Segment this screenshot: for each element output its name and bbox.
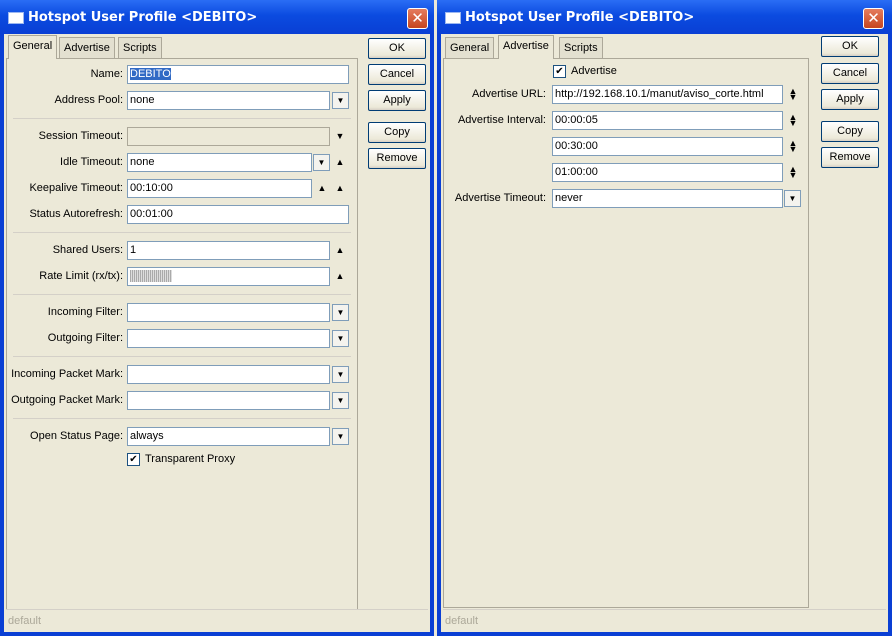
rate-limit-input[interactable] — [127, 267, 330, 286]
advertise-panel: ✔ Advertise Advertise URL: http://192.16… — [443, 58, 809, 608]
up-down-arrow-icon[interactable]: ▲ ▼ — [787, 87, 799, 102]
outgoing-filter-select[interactable] — [127, 329, 330, 348]
dropdown-arrow-icon[interactable]: ▼ — [332, 304, 349, 321]
shared-users-input[interactable]: 1 — [127, 241, 330, 260]
up-arrow-icon[interactable]: ▲ — [334, 182, 346, 194]
window-icon — [8, 12, 24, 24]
dropdown-arrow-icon[interactable]: ▼ — [332, 330, 349, 347]
incoming-filter-label: Incoming Filter: — [47, 306, 123, 318]
left-window: Hotspot User Profile <DEBITO> ✕ General … — [0, 0, 434, 636]
name-input[interactable]: DEBITO — [127, 65, 349, 84]
open-status-page-select[interactable]: always — [127, 427, 330, 446]
tab-scripts[interactable]: Scripts — [118, 37, 162, 58]
status-autorefresh-label: Status Autorefresh: — [29, 208, 123, 220]
divider — [13, 118, 351, 119]
window-client: General Advertise Scripts ✔ Advertise Ad… — [441, 34, 888, 632]
window-client: General Advertise Scripts Name: DEBITO A… — [4, 34, 430, 632]
status-autorefresh-input[interactable]: 00:01:00 — [127, 205, 349, 224]
keepalive-timeout-input[interactable]: 00:10:00 — [127, 179, 312, 198]
up-arrow-icon[interactable]: ▲ — [316, 182, 328, 194]
open-status-page-label: Open Status Page: — [30, 430, 123, 442]
name-value: DEBITO — [130, 68, 171, 80]
name-label: Name: — [90, 68, 123, 80]
dropdown-arrow-icon[interactable]: ▼ — [334, 130, 346, 142]
cancel-button[interactable]: Cancel — [821, 63, 879, 84]
apply-button[interactable]: Apply — [821, 89, 879, 110]
address-pool-label: Address Pool: — [54, 94, 123, 106]
status-bar: default — [6, 609, 428, 632]
window-title: Hotspot User Profile <DEBITO> — [465, 10, 695, 25]
divider — [13, 356, 351, 357]
up-arrow-icon[interactable]: ▲ — [334, 156, 346, 168]
transparent-proxy-checkbox[interactable]: ✔ — [127, 453, 140, 466]
advertise-url-input[interactable]: http://192.168.10.1/manut/aviso_corte.ht… — [552, 85, 783, 104]
outgoing-packet-mark-select[interactable] — [127, 391, 330, 410]
up-arrow-icon[interactable]: ▲ — [334, 244, 346, 256]
advertise-interval-label: Advertise Interval: — [457, 114, 546, 126]
check-icon: ✔ — [129, 454, 138, 465]
rate-limit-label: Rate Limit (rx/tx): — [39, 270, 123, 282]
tab-advertise[interactable]: Advertise — [498, 35, 554, 59]
advertise-url-label: Advertise URL: — [472, 88, 546, 100]
divider — [13, 232, 351, 233]
general-panel: Name: DEBITO Address Pool: none ▼ Sessio… — [6, 58, 358, 610]
advertise-interval-input-1[interactable]: 00:00:05 — [552, 111, 783, 130]
incoming-packet-mark-select[interactable] — [127, 365, 330, 384]
transparent-proxy-label: Transparent Proxy — [145, 453, 236, 465]
remove-button[interactable]: Remove — [821, 147, 879, 168]
up-down-arrow-icon[interactable]: ▲ ▼ — [787, 113, 799, 128]
dropdown-arrow-icon[interactable]: ▼ — [332, 428, 349, 445]
close-icon: ✕ — [411, 9, 424, 27]
divider — [13, 294, 351, 295]
incoming-packet-mark-label: Incoming Packet Mark: — [11, 368, 123, 380]
title-bar[interactable]: Hotspot User Profile <DEBITO> ✕ — [0, 0, 434, 34]
remove-button[interactable]: Remove — [368, 148, 426, 169]
tab-advertise[interactable]: Advertise — [59, 37, 115, 58]
tab-scripts[interactable]: Scripts — [559, 37, 603, 58]
outgoing-filter-label: Outgoing Filter: — [47, 332, 123, 344]
ok-button[interactable]: OK — [821, 36, 879, 57]
title-bar[interactable]: Hotspot User Profile <DEBITO> ✕ — [437, 0, 892, 34]
advertise-interval-input-2[interactable]: 00:30:00 — [552, 137, 783, 156]
up-down-arrow-icon[interactable]: ▲ ▼ — [787, 165, 799, 180]
dropdown-arrow-icon[interactable]: ▼ — [332, 92, 349, 109]
close-button[interactable]: ✕ — [407, 8, 428, 29]
session-timeout-input[interactable] — [127, 127, 330, 146]
divider — [13, 418, 351, 419]
advertise-checkbox[interactable]: ✔ — [553, 65, 566, 78]
check-icon: ✔ — [555, 66, 564, 77]
keepalive-timeout-label: Keepalive Timeout: — [29, 182, 123, 194]
cancel-button[interactable]: Cancel — [368, 64, 426, 85]
advertise-interval-input-3[interactable]: 01:00:00 — [552, 163, 783, 182]
tab-general[interactable]: General — [8, 35, 58, 59]
up-down-arrow-icon[interactable]: ▲ ▼ — [787, 139, 799, 154]
window-icon — [445, 12, 461, 24]
outgoing-packet-mark-label: Outgoing Packet Mark: — [11, 394, 123, 406]
close-button[interactable]: ✕ — [863, 8, 884, 29]
tab-general[interactable]: General — [445, 37, 495, 58]
advertise-timeout-label: Advertise Timeout: — [454, 192, 546, 204]
dropdown-arrow-icon[interactable]: ▼ — [332, 366, 349, 383]
dropdown-arrow-icon[interactable]: ▼ — [332, 392, 349, 409]
up-arrow-icon[interactable]: ▲ — [334, 270, 346, 282]
ok-button[interactable]: OK — [368, 38, 426, 59]
session-timeout-label: Session Timeout: — [38, 130, 123, 142]
advertise-timeout-select[interactable]: never — [552, 189, 783, 208]
shared-users-label: Shared Users: — [52, 244, 123, 256]
copy-button[interactable]: Copy — [821, 121, 879, 142]
window-title: Hotspot User Profile <DEBITO> — [28, 10, 258, 25]
address-pool-select[interactable]: none — [127, 91, 330, 110]
status-bar: default — [443, 609, 886, 632]
redacted-value — [130, 270, 172, 283]
incoming-filter-select[interactable] — [127, 303, 330, 322]
dropdown-arrow-icon[interactable]: ▼ — [784, 190, 801, 207]
copy-button[interactable]: Copy — [368, 122, 426, 143]
idle-timeout-label: Idle Timeout: — [60, 156, 123, 168]
advertise-label: Advertise — [571, 65, 617, 77]
apply-button[interactable]: Apply — [368, 90, 426, 111]
right-window: Hotspot User Profile <DEBITO> ✕ General … — [437, 0, 892, 636]
idle-timeout-select[interactable]: none — [127, 153, 312, 172]
dropdown-arrow-icon[interactable]: ▼ — [313, 154, 330, 171]
close-icon: ✕ — [867, 9, 880, 27]
